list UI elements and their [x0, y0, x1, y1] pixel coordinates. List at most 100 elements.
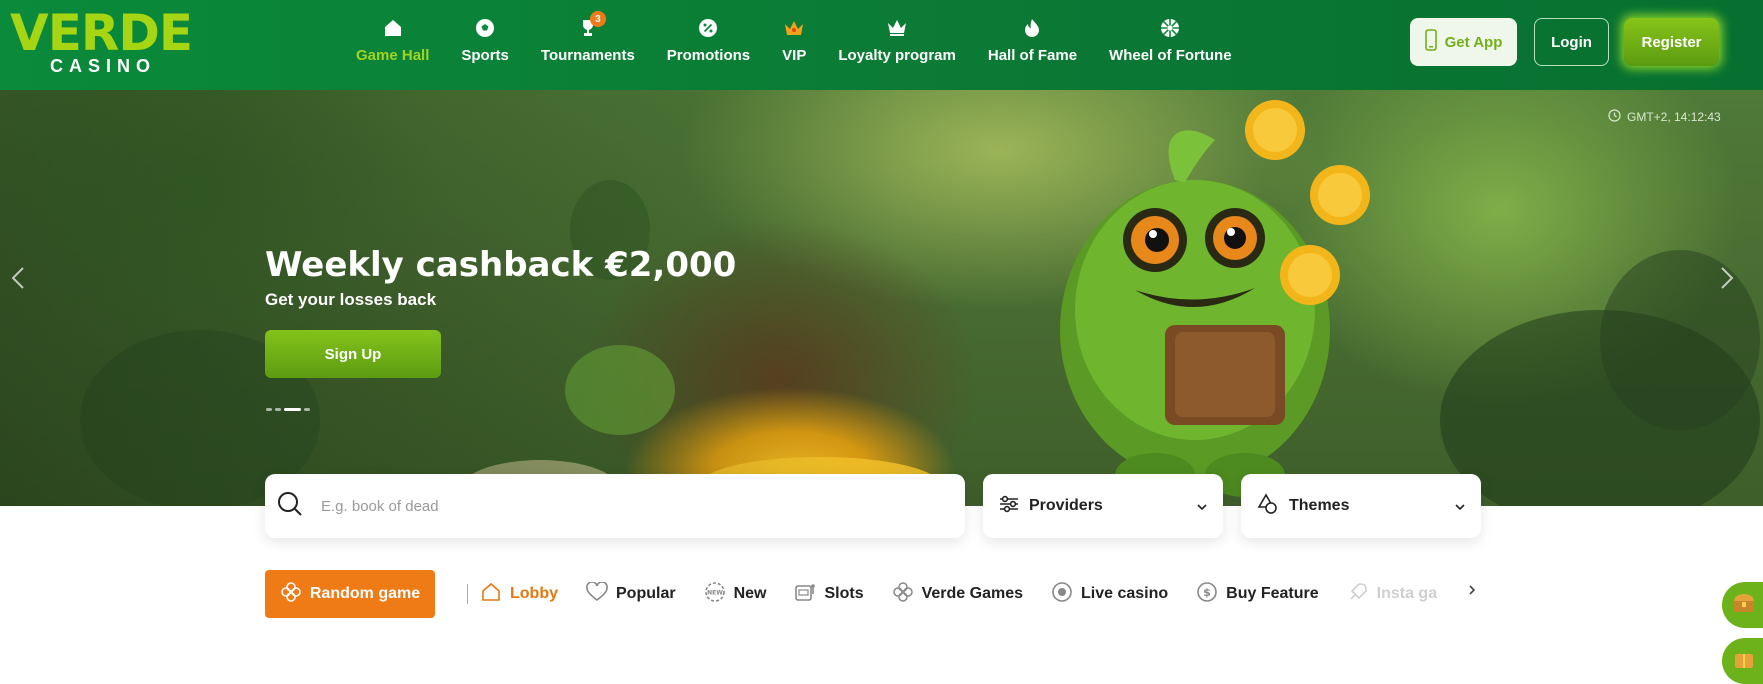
monster-mascot-image — [1045, 90, 1405, 506]
carousel-dots — [266, 408, 310, 411]
phone-icon — [1424, 29, 1437, 55]
category-label: Popular — [616, 585, 676, 602]
nav-label: VIP — [782, 47, 807, 64]
category-slots[interactable]: Slots — [794, 581, 864, 608]
heart-icon — [586, 580, 608, 607]
themes-label: Themes — [1289, 497, 1350, 514]
random-game-label: Random game — [309, 585, 421, 602]
clover-icon — [892, 581, 914, 608]
nav-loyalty-program[interactable]: Loyalty program — [822, 14, 972, 74]
crown-outline-icon — [886, 17, 908, 39]
chevron-right-icon — [1720, 266, 1734, 295]
crown-icon — [783, 17, 805, 39]
hero-subtitle: Get your losses back — [265, 290, 437, 309]
floating-chest-button[interactable] — [1722, 582, 1763, 628]
soccer-ball-icon — [474, 17, 496, 39]
nav-vip[interactable]: VIP — [766, 14, 822, 74]
category-label: Verde Games — [921, 585, 1023, 602]
category-label: Lobby — [510, 585, 558, 602]
logo[interactable]: VERDE CASINO — [10, 8, 195, 78]
chevron-left-icon — [11, 266, 25, 295]
category-label: Live casino — [1081, 585, 1169, 602]
nav-wheel-of-fortune[interactable]: Wheel of Fortune — [1093, 14, 1248, 74]
new-badge-icon: NEW — [704, 581, 726, 608]
chevron-down-icon — [1197, 497, 1207, 515]
nav-label: Promotions — [666, 47, 751, 64]
rocket-icon — [1347, 581, 1369, 608]
nav-promotions[interactable]: Promotions — [651, 14, 766, 74]
nav-hall-of-fame[interactable]: Hall of Fame — [972, 14, 1093, 74]
carousel-prev-button[interactable] — [6, 265, 30, 295]
get-app-label: Get App — [1444, 33, 1503, 51]
search-input[interactable] — [321, 497, 921, 515]
category-label: Insta ga — [1376, 585, 1438, 602]
sliders-icon — [999, 495, 1019, 518]
chevron-right-icon — [1468, 583, 1476, 601]
category-verde-games[interactable]: Verde Games — [892, 581, 1023, 608]
wheel-icon — [1159, 17, 1181, 39]
live-dot-icon — [1051, 581, 1073, 608]
themes-dropdown[interactable]: Themes — [1241, 474, 1481, 538]
carousel-dot-active[interactable] — [284, 408, 301, 411]
hero-title: Weekly cashback €2,000 — [265, 245, 737, 285]
nav-label: Sports — [461, 47, 509, 64]
flame-icon — [1021, 17, 1043, 39]
category-buy-feature[interactable]: $ Buy Feature — [1196, 581, 1319, 608]
nav-label: Loyalty program — [838, 47, 956, 64]
floating-gift-button[interactable] — [1722, 638, 1763, 684]
main-nav: Game Hall Sports 3 Tournaments Promotion… — [340, 11, 1248, 74]
carousel-next-button[interactable] — [1715, 265, 1739, 295]
clock-icon — [1608, 109, 1621, 125]
nav-game-hall[interactable]: Game Hall — [340, 14, 445, 74]
percent-badge-icon — [697, 17, 719, 39]
nav-label: Wheel of Fortune — [1109, 47, 1232, 64]
providers-dropdown[interactable]: Providers — [983, 474, 1223, 538]
category-label: Slots — [824, 585, 864, 602]
carousel-dot[interactable] — [266, 408, 272, 411]
treasure-chest-icon — [1732, 592, 1756, 619]
dollar-badge-icon: $ — [1196, 581, 1218, 608]
hero-shade — [0, 90, 900, 506]
tournaments-badge: 3 — [589, 11, 606, 27]
category-divider — [467, 584, 468, 604]
carousel-dot[interactable] — [275, 408, 281, 411]
providers-label: Providers — [1029, 497, 1103, 514]
logo-wordmark: VERDE — [10, 4, 193, 62]
chevron-down-icon — [1455, 497, 1465, 515]
shapes-icon — [1257, 492, 1279, 520]
category-popular[interactable]: Popular — [586, 580, 676, 607]
clock: GMT+2, 14:12:43 — [1608, 109, 1721, 125]
random-game-button[interactable]: Random game — [265, 570, 435, 618]
carousel-dot[interactable] — [304, 408, 310, 411]
get-app-button[interactable]: Get App — [1410, 18, 1517, 66]
logo-subtitle: CASINO — [50, 56, 157, 76]
home-icon — [382, 17, 404, 39]
slot-machine-icon — [794, 581, 816, 608]
nav-label: Game Hall — [356, 47, 430, 64]
category-label: New — [733, 585, 767, 602]
login-button[interactable]: Login — [1534, 18, 1609, 66]
sign-up-button[interactable]: Sign Up — [265, 330, 441, 378]
game-search-bar — [265, 474, 965, 538]
hero-banner: GMT+2, 14:12:43 Weekly cashback €2,000 G… — [0, 90, 1763, 506]
category-new[interactable]: NEW New — [704, 581, 767, 608]
site-header: VERDE CASINO Game Hall Sports 3 Tourname… — [0, 0, 1763, 90]
nav-label: Tournaments — [540, 47, 635, 64]
nav-tournaments[interactable]: 3 Tournaments — [525, 11, 651, 74]
svg-text:$: $ — [1203, 586, 1211, 599]
home-outline-icon — [480, 581, 502, 608]
nav-sports[interactable]: Sports — [445, 14, 525, 74]
register-button[interactable]: Register — [1624, 18, 1719, 66]
gift-icon — [1732, 648, 1756, 675]
clock-text: GMT+2, 14:12:43 — [1627, 110, 1721, 124]
nav-label: Hall of Fame — [987, 47, 1078, 64]
category-insta-games[interactable]: Insta ga — [1347, 581, 1437, 608]
search-icon — [277, 491, 303, 522]
category-label: Buy Feature — [1226, 585, 1319, 602]
category-live-casino[interactable]: Live casino — [1051, 581, 1168, 608]
clover-icon — [280, 581, 302, 608]
categories-scroll-right-button[interactable] — [1465, 582, 1479, 602]
svg-text:NEW: NEW — [707, 589, 723, 596]
category-lobby[interactable]: Lobby — [480, 581, 558, 608]
category-bar: Random game Lobby Popular NEW New Slots … — [265, 570, 1475, 618]
